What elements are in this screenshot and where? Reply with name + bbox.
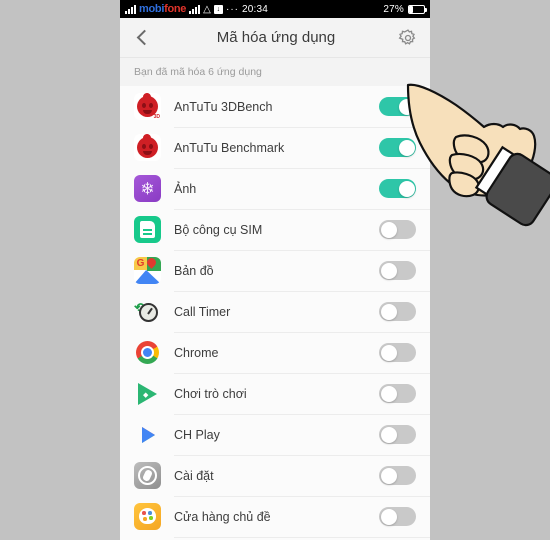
app-name: Bản đồ [174,263,214,278]
download-icon: ↓ [214,4,223,14]
app-toggle[interactable] [379,343,416,362]
app-name: AnTuTu 3DBench [174,99,273,114]
list-item[interactable]: ⟲ Call Timer [120,291,430,332]
status-bar: mobifone △ ↓ ··· 20:34 27% [120,0,430,18]
page-root: mobifone △ ↓ ··· 20:34 27% Mã hóa ứng dụ… [0,0,550,540]
carrier-mobi-text: mobi [139,3,165,15]
carrier-fone-text: fone [164,3,187,15]
list-item[interactable]: ❄ Ảnh [120,168,430,209]
theme-store-icon [134,503,161,530]
app-toggle[interactable] [379,261,416,280]
gallery-icon: ❄ [134,175,161,202]
app-header: Mã hóa ứng dụng [120,18,430,58]
app-toggle[interactable] [379,384,416,403]
app-name: Chơi trò chơi [174,386,247,401]
app-name: AnTuTu Benchmark [174,140,285,155]
play-store-icon [134,421,161,448]
list-item[interactable]: Cửa hàng chủ đề [120,496,430,537]
list-item[interactable]: ◆ Chơi trò chơi [120,373,430,414]
signal-bars-icon [125,4,136,14]
app-name: Call Timer [174,304,231,319]
app-name: CH Play [174,427,220,442]
antutu-3dbench-icon: 3D [134,93,161,120]
app-toggle[interactable] [379,138,416,157]
phone-screen: mobifone △ ↓ ··· 20:34 27% Mã hóa ứng dụ… [120,0,430,540]
maps-icon: G [134,257,161,284]
play-games-icon: ◆ [134,380,161,407]
call-timer-icon: ⟲ [134,298,161,325]
app-name: Bộ công cụ SIM [174,222,263,237]
antutu-benchmark-icon [134,134,161,161]
list-item[interactable]: AnTuTu Benchmark [120,127,430,168]
app-name: Cài đặt [174,468,214,483]
app-toggle[interactable] [379,507,416,526]
wifi-icon: △ [203,3,211,15]
app-toggle[interactable] [379,466,416,485]
carrier-logo: mobifone [139,3,186,15]
settings-icon [134,462,161,489]
encrypted-count-text: Bạn đã mã hóa 6 ứng dụng [120,58,430,86]
app-name: Cửa hàng chủ đề [174,509,271,524]
more-dots-icon: ··· [226,3,239,15]
chrome-icon [134,339,161,366]
app-toggle[interactable] [379,97,416,116]
app-toggle[interactable] [379,220,416,239]
app-toggle[interactable] [379,179,416,198]
status-bar-right: 27% [383,3,427,15]
app-toggle[interactable] [379,425,416,444]
battery-percent: 27% [383,3,404,15]
list-item[interactable]: Bộ công cụ SIM [120,209,430,250]
app-name: Ảnh [174,181,197,196]
list-item[interactable]: CH Play [120,414,430,455]
gear-icon[interactable] [398,28,418,48]
list-item[interactable]: G Bản đồ [120,250,430,291]
signal-bars-small-icon [189,4,201,14]
status-bar-left: mobifone △ ↓ ··· 20:34 [125,3,383,15]
battery-low-icon [408,4,427,14]
app-name: Chrome [174,345,219,360]
list-item[interactable]: Chrome [120,332,430,373]
status-clock: 20:34 [242,3,269,15]
back-chevron-icon[interactable] [132,27,154,49]
list-item[interactable]: Cài đặt [120,455,430,496]
app-toggle[interactable] [379,302,416,321]
list-item[interactable]: 3D AnTuTu 3DBench [120,86,430,127]
page-title: Mã hóa ứng dụng [216,29,336,46]
app-list: 3D AnTuTu 3DBench AnTuTu Benchmark ❄ Ảnh [120,86,430,540]
sim-toolkit-icon [134,216,161,243]
